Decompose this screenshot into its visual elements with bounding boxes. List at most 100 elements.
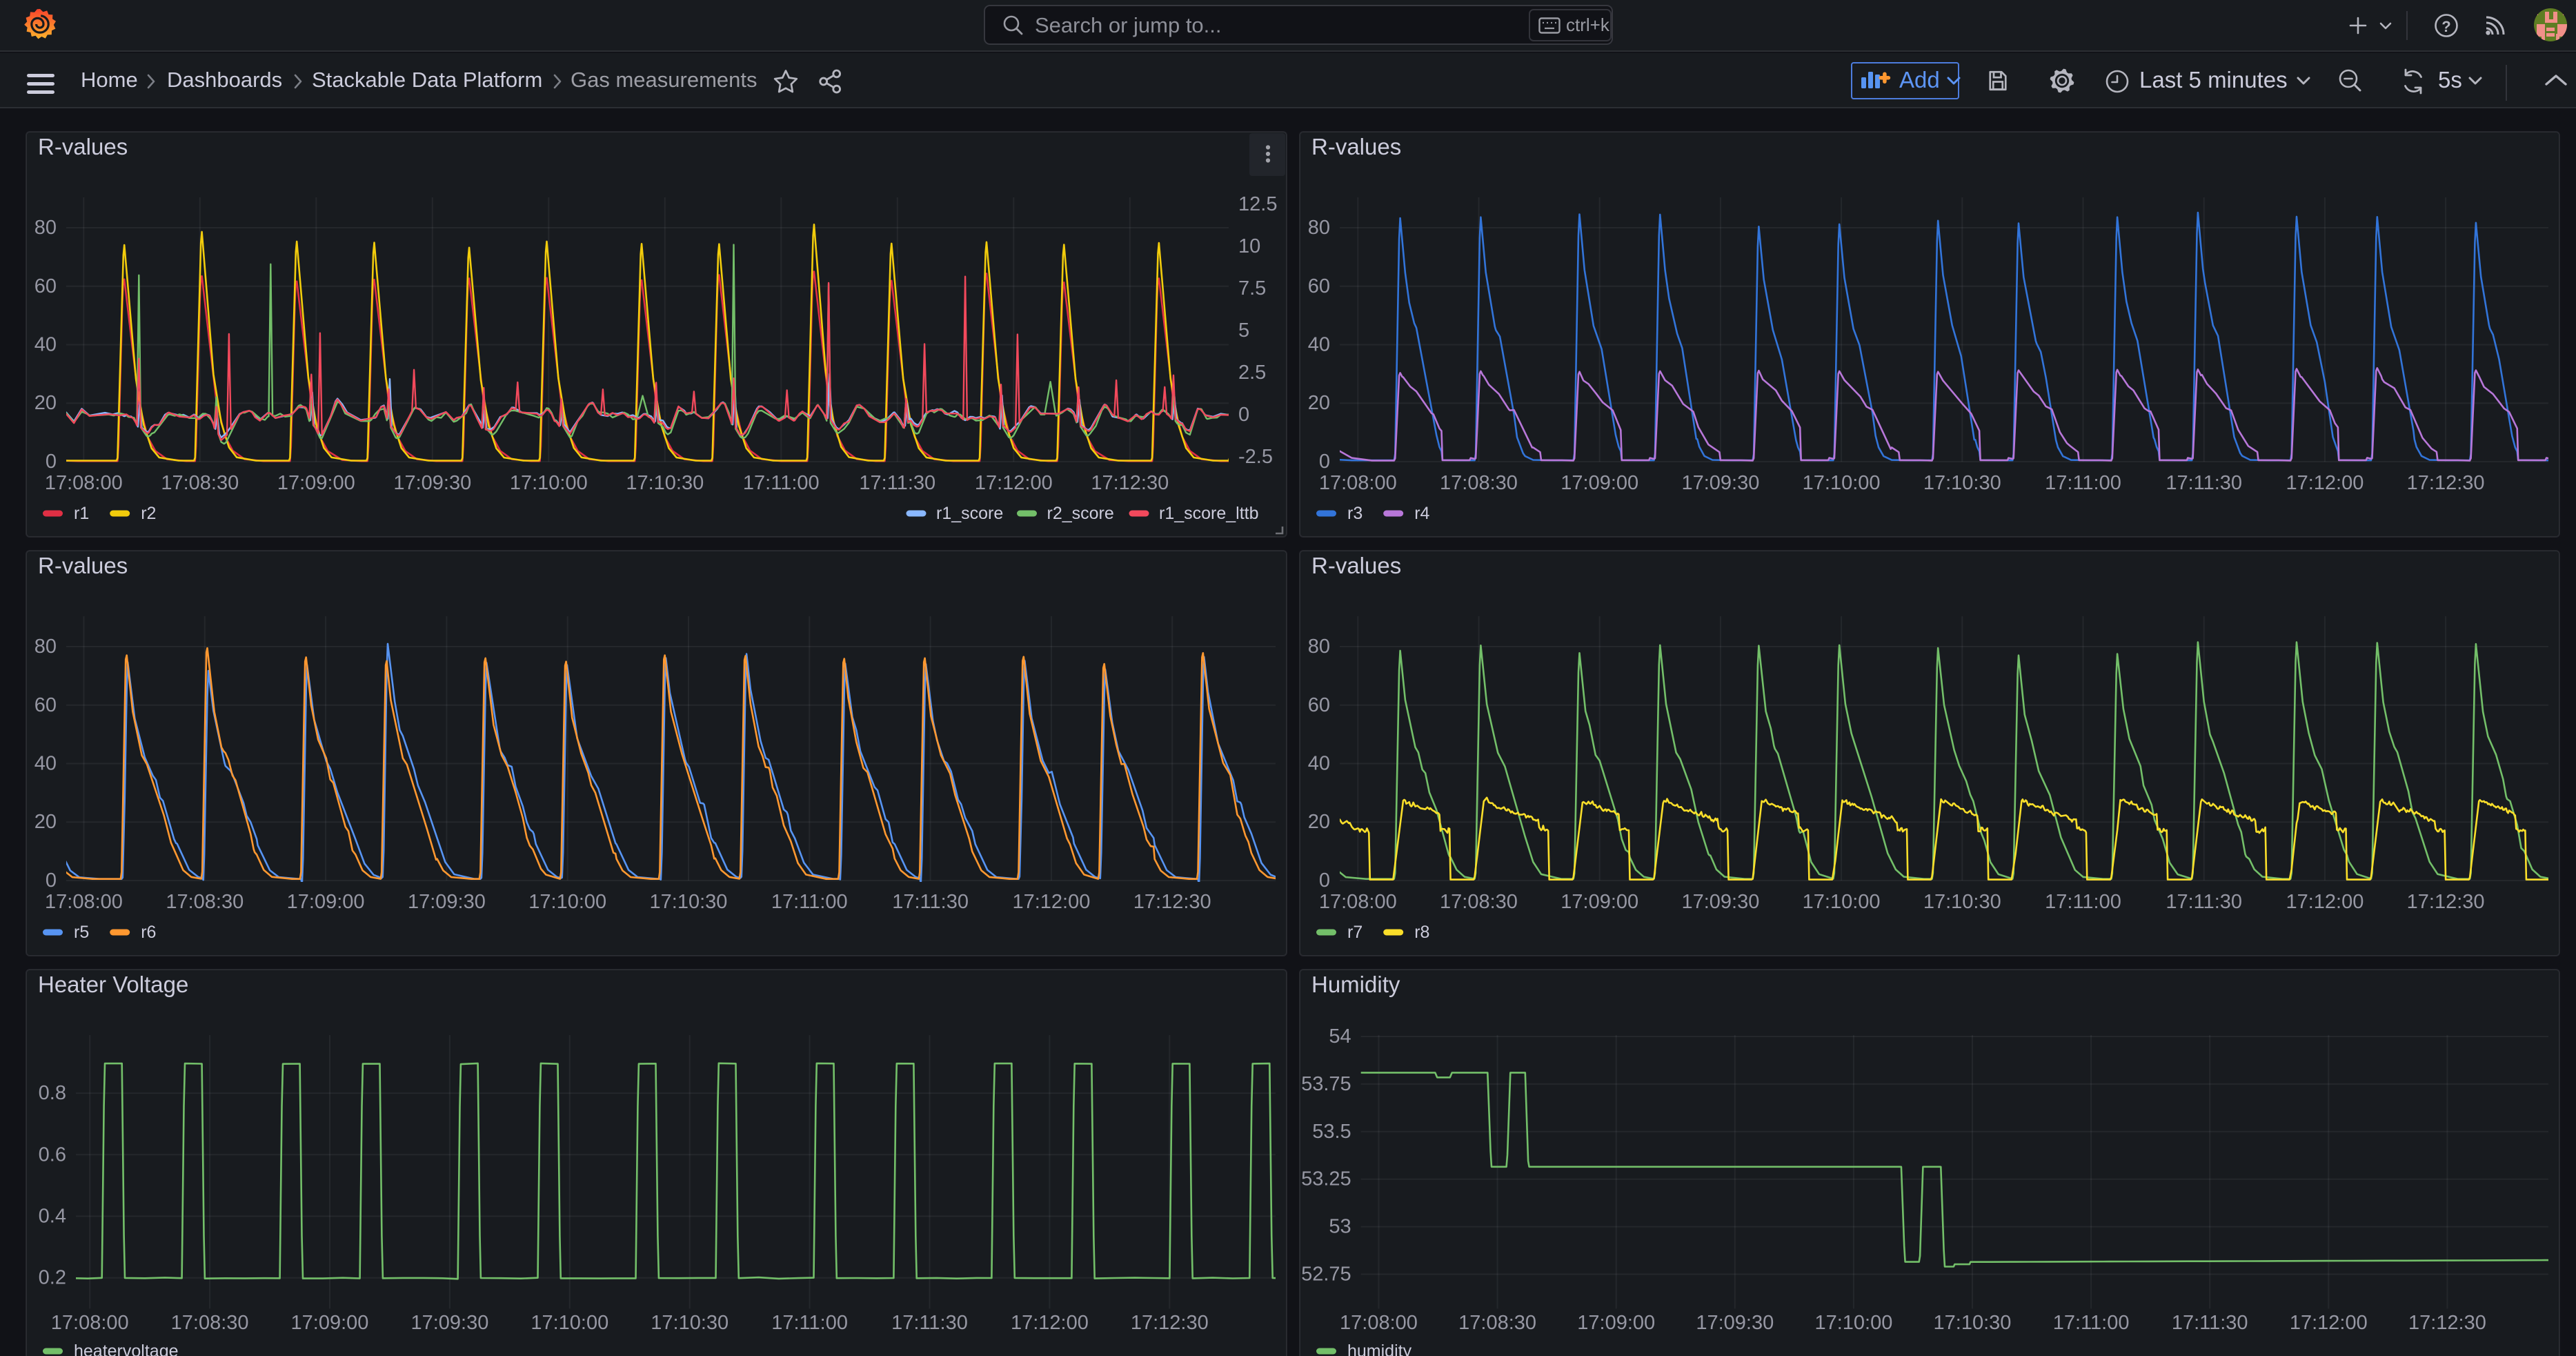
svg-text:17:11:00: 17:11:00 (771, 891, 848, 913)
svg-text:0: 0 (1319, 869, 1330, 892)
svg-text:17:10:30: 17:10:30 (1923, 891, 2001, 913)
svg-text:0.6: 0.6 (39, 1143, 66, 1166)
svg-text:17:12:00: 17:12:00 (2286, 891, 2364, 913)
svg-text:R-values: R-values (1311, 553, 1401, 578)
svg-text:17:12:30: 17:12:30 (2407, 891, 2485, 913)
svg-text:humidity: humidity (1347, 1342, 1412, 1356)
svg-text:17:08:00: 17:08:00 (45, 472, 123, 494)
svg-text:2.5: 2.5 (1238, 362, 1266, 384)
svg-text:17:09:00: 17:09:00 (1561, 472, 1638, 494)
svg-text:17:09:00: 17:09:00 (287, 891, 365, 913)
svg-text:60: 60 (1308, 694, 1330, 716)
svg-text:60: 60 (1308, 275, 1330, 297)
svg-text:20: 20 (1308, 392, 1330, 414)
svg-text:Heater Voltage: Heater Voltage (38, 972, 188, 997)
svg-text:17:08:30: 17:08:30 (161, 472, 239, 494)
svg-text:r1_score: r1_score (936, 504, 1003, 523)
svg-text:17:10:30: 17:10:30 (650, 891, 728, 913)
svg-text:17:10:00: 17:10:00 (531, 1312, 608, 1334)
svg-text:17:12:30: 17:12:30 (1131, 1312, 1209, 1334)
svg-text:R-values: R-values (38, 553, 128, 578)
svg-text:17:11:00: 17:11:00 (771, 1312, 848, 1334)
svg-text:17:10:00: 17:10:00 (1814, 1312, 1892, 1334)
svg-text:17:08:00: 17:08:00 (1319, 472, 1397, 494)
svg-text:17:08:30: 17:08:30 (166, 891, 244, 913)
svg-text:17:11:30: 17:11:30 (2172, 1312, 2248, 1334)
svg-text:17:09:30: 17:09:30 (393, 472, 471, 494)
svg-text:53.75: 53.75 (1301, 1073, 1351, 1095)
svg-text:17:09:00: 17:09:00 (291, 1312, 369, 1334)
svg-text:r4: r4 (1414, 504, 1429, 523)
svg-text:17:12:00: 17:12:00 (2286, 472, 2364, 494)
svg-text:r2: r2 (141, 504, 156, 523)
svg-text:17:12:00: 17:12:00 (1012, 891, 1090, 913)
svg-text:54: 54 (1329, 1025, 1351, 1048)
svg-text:60: 60 (34, 275, 57, 297)
svg-text:r8: r8 (1414, 923, 1429, 942)
svg-text:17:12:00: 17:12:00 (1011, 1312, 1089, 1334)
svg-text:17:11:30: 17:11:30 (2166, 891, 2242, 913)
svg-text:17:11:00: 17:11:00 (2045, 472, 2121, 494)
svg-text:r7: r7 (1347, 923, 1363, 942)
svg-text:20: 20 (1308, 811, 1330, 833)
svg-text:17:09:00: 17:09:00 (277, 472, 355, 494)
svg-text:17:12:30: 17:12:30 (2407, 472, 2485, 494)
svg-text:17:09:30: 17:09:30 (1696, 1312, 1774, 1334)
svg-text:80: 80 (1308, 217, 1330, 239)
svg-text:53.5: 53.5 (1312, 1121, 1351, 1143)
svg-text:40: 40 (1308, 334, 1330, 356)
svg-text:40: 40 (34, 753, 57, 775)
svg-text:20: 20 (34, 392, 57, 414)
svg-text:0: 0 (46, 869, 57, 892)
svg-text:20: 20 (34, 811, 57, 833)
svg-text:r3: r3 (1347, 504, 1363, 523)
svg-text:17:11:30: 17:11:30 (859, 472, 935, 494)
svg-text:17:09:00: 17:09:00 (1577, 1312, 1655, 1334)
svg-text:0: 0 (1238, 404, 1249, 426)
svg-text:17:12:30: 17:12:30 (1091, 472, 1169, 494)
svg-text:-2.5: -2.5 (1238, 446, 1273, 468)
svg-text:r5: r5 (74, 923, 89, 942)
svg-text:17:10:30: 17:10:30 (1923, 472, 2001, 494)
svg-text:17:11:30: 17:11:30 (2166, 472, 2242, 494)
svg-text:0: 0 (46, 451, 57, 473)
svg-text:60: 60 (34, 694, 57, 716)
svg-text:17:10:00: 17:10:00 (528, 891, 606, 913)
svg-text:80: 80 (34, 217, 57, 239)
svg-text:?: ? (2441, 18, 2450, 35)
svg-text:17:11:00: 17:11:00 (2045, 891, 2121, 913)
svg-text:17:10:00: 17:10:00 (1803, 891, 1881, 913)
svg-text:40: 40 (34, 334, 57, 356)
svg-text:17:09:30: 17:09:30 (1681, 891, 1759, 913)
svg-text:17:08:30: 17:08:30 (1440, 891, 1518, 913)
svg-text:17:11:30: 17:11:30 (892, 891, 969, 913)
svg-text:0.4: 0.4 (39, 1206, 66, 1228)
svg-text:r1_score_lttb: r1_score_lttb (1159, 504, 1259, 523)
svg-text:17:08:00: 17:08:00 (1340, 1312, 1418, 1334)
svg-text:17:10:00: 17:10:00 (510, 472, 588, 494)
svg-text:12.5: 12.5 (1238, 193, 1277, 215)
svg-text:53: 53 (1329, 1216, 1351, 1238)
svg-text:17:12:00: 17:12:00 (975, 472, 1053, 494)
svg-text:17:09:30: 17:09:30 (410, 1312, 488, 1334)
svg-text:17:08:30: 17:08:30 (1440, 472, 1518, 494)
svg-text:0.2: 0.2 (39, 1267, 66, 1289)
svg-text:Humidity: Humidity (1311, 972, 1400, 997)
svg-text:r1: r1 (74, 504, 89, 523)
svg-text:R-values: R-values (1311, 134, 1401, 159)
svg-text:17:11:00: 17:11:00 (2053, 1312, 2130, 1334)
svg-text:80: 80 (34, 636, 57, 658)
svg-text:80: 80 (1308, 636, 1330, 658)
svg-text:0: 0 (1319, 451, 1330, 473)
svg-text:52.75: 52.75 (1301, 1264, 1351, 1286)
svg-text:17:08:30: 17:08:30 (171, 1312, 249, 1334)
svg-text:7.5: 7.5 (1238, 277, 1266, 299)
svg-text:17:12:30: 17:12:30 (1133, 891, 1211, 913)
svg-text:5: 5 (1238, 320, 1249, 342)
svg-text:17:10:30: 17:10:30 (626, 472, 704, 494)
svg-text:17:09:30: 17:09:30 (1681, 472, 1759, 494)
svg-text:17:12:00: 17:12:00 (2290, 1312, 2368, 1334)
svg-text:10: 10 (1238, 235, 1260, 257)
svg-text:r6: r6 (141, 923, 156, 942)
svg-text:53.25: 53.25 (1301, 1168, 1351, 1190)
